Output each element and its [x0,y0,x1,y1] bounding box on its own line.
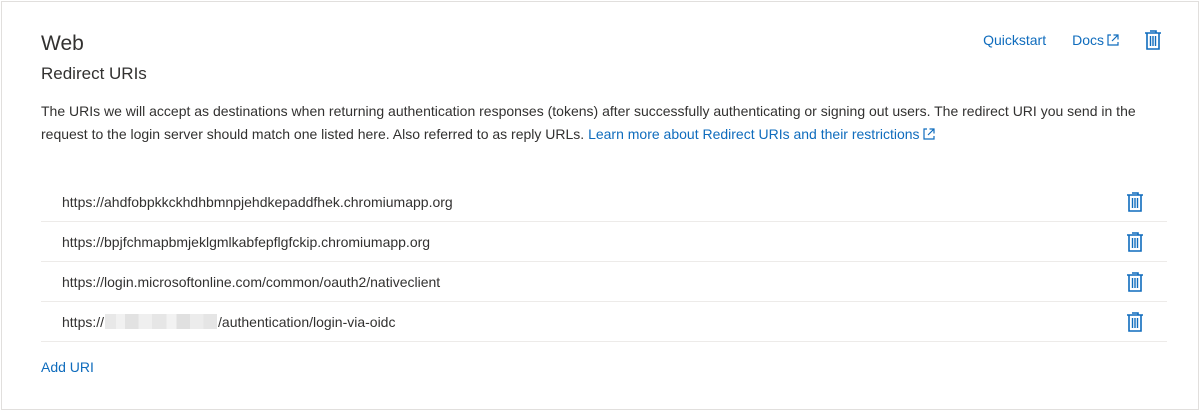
trash-icon [1127,271,1143,292]
redirect-uri-value[interactable]: https://bpjfchmapbmjeklgmlkabfepflgfckip… [41,234,430,250]
redirect-uri-prefix: https:// [62,313,105,330]
delete-platform-button[interactable] [1142,28,1164,52]
web-platform-card: Web Redirect URIs Quickstart Docs The UR… [1,1,1199,410]
delete-uri-button[interactable] [1124,310,1146,334]
trash-icon [1127,231,1143,252]
trash-icon [1127,311,1143,332]
redirect-uri-row: https://login.microsoftonline.com/common… [41,262,1167,302]
redirect-uri-text: https://login.microsoftonline.com/common… [62,273,441,290]
learn-more-link[interactable]: Learn more about Redirect URIs and their… [588,126,935,142]
learn-more-label: Learn more about Redirect URIs and their… [588,125,920,142]
redirect-uris-description: The URIs we will accept as destinations … [41,100,1141,145]
section-title: Web [41,32,84,55]
trash-icon [1127,191,1143,212]
delete-uri-button[interactable] [1124,190,1146,214]
redirect-uri-value[interactable]: https://ahdfobpkkckhdhbmnpjehdkepaddfhek… [41,194,453,210]
redirect-uri-row: https://bpjfchmapbmjeklgmlkabfepflgfckip… [41,222,1167,262]
redacted-hostname [105,314,218,329]
delete-uri-button[interactable] [1124,270,1146,294]
redirect-uri-suffix: /authentication/login-via-oidc [218,313,396,330]
redirect-uri-list: https://ahdfobpkkckhdhbmnpjehdkepaddfhek… [41,182,1167,342]
delete-uri-button[interactable] [1124,230,1146,254]
redirect-uri-row: https://ahdfobpkkckhdhbmnpjehdkepaddfhek… [41,182,1167,222]
redirect-uri-value[interactable]: https://login.microsoftonline.com/common… [41,274,440,290]
header-actions: Quickstart Docs [983,28,1164,52]
external-link-icon [922,127,935,140]
add-uri-button[interactable]: Add URI [41,359,94,375]
redirect-uri-text: https://bpjfchmapbmjeklgmlkabfepflgfckip… [62,233,431,250]
redirect-uri-row: https:// /authentication/login-via-oidc [41,302,1167,342]
trash-icon [1145,30,1161,50]
redirect-uri-value[interactable]: https:// /authentication/login-via-oidc [41,314,395,330]
docs-link-label: Docs [1072,32,1104,48]
section-subtitle: Redirect URIs [41,64,147,83]
docs-link[interactable]: Docs [1072,32,1120,48]
redirect-uri-text: https://ahdfobpkkckhdhbmnpjehdkepaddfhek… [62,193,453,210]
quickstart-link[interactable]: Quickstart [983,32,1046,48]
external-link-icon [1107,34,1119,46]
